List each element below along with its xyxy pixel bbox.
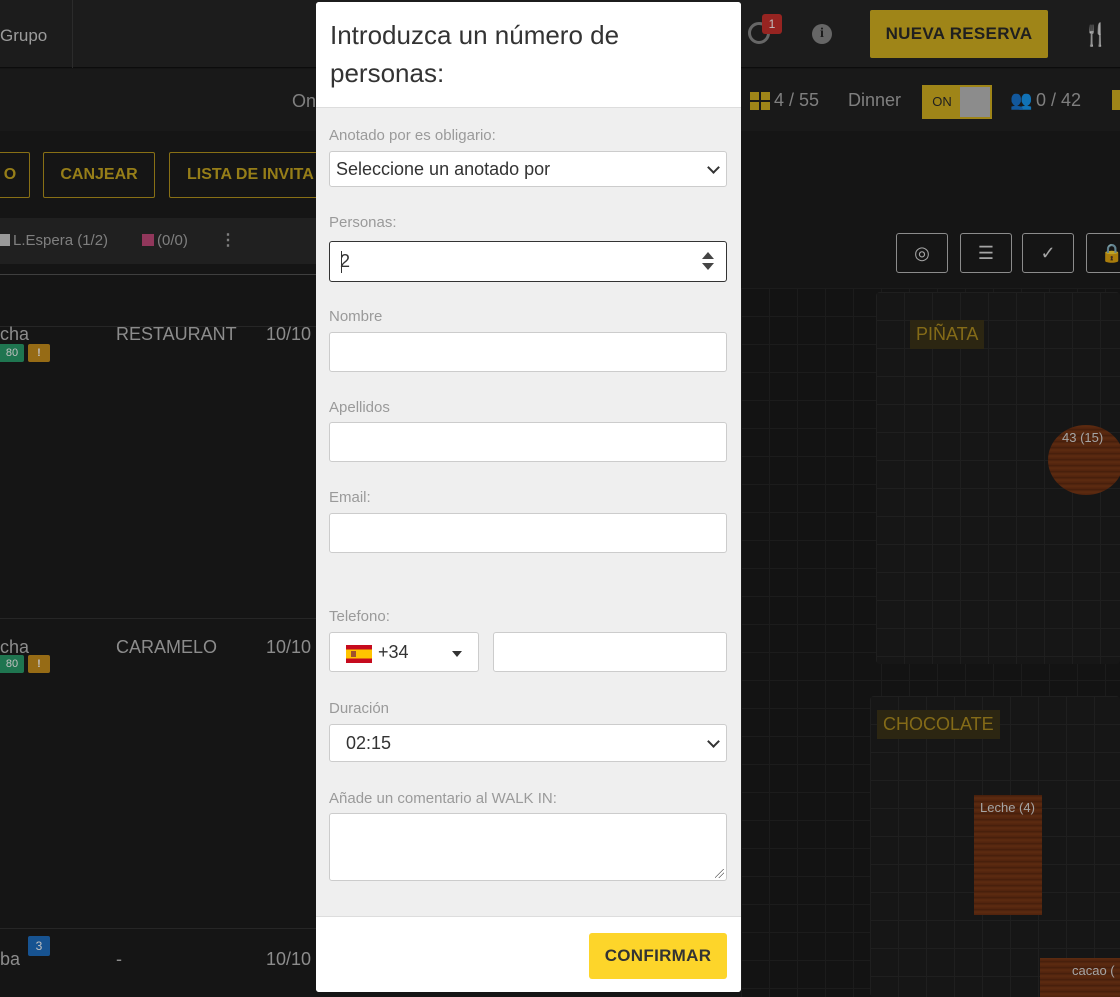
walk-in-modal: Introduzca un número de personas: Anotad… xyxy=(316,2,741,992)
duracion-label: Duración xyxy=(329,700,390,717)
email-label: Email: xyxy=(329,489,371,506)
telefono-label: Telefono: xyxy=(329,608,390,625)
phone-country-select[interactable]: +34 xyxy=(329,632,479,672)
resize-grip-icon[interactable] xyxy=(715,869,724,878)
apellidos-label: Apellidos xyxy=(329,399,390,416)
comentario-label: Añade un comentario al WALK IN: xyxy=(329,790,557,807)
text-caret xyxy=(341,251,342,273)
phone-number-input[interactable] xyxy=(493,632,727,672)
confirm-button[interactable]: CONFIRMAR xyxy=(589,933,727,979)
chevron-down-icon xyxy=(707,735,720,748)
apellidos-input[interactable] xyxy=(329,422,727,462)
dial-code: +34 xyxy=(378,642,409,662)
modal-footer: CONFIRMAR xyxy=(316,916,741,992)
duracion-select-value: 02:15 xyxy=(346,733,392,753)
spinner-arrows-icon[interactable] xyxy=(702,252,714,272)
anotado-select-value: Seleccione un anotado por xyxy=(336,159,551,179)
email-input[interactable] xyxy=(329,513,727,553)
comentario-textarea[interactable] xyxy=(329,813,727,881)
anotado-select[interactable]: Seleccione un anotado por xyxy=(329,151,727,187)
personas-input[interactable]: 2 xyxy=(329,241,727,282)
chevron-down-icon xyxy=(707,161,720,174)
modal-title: Introduzca un número de personas: xyxy=(330,20,620,88)
duracion-select[interactable]: 02:15 xyxy=(329,724,727,762)
nombre-label: Nombre xyxy=(329,308,383,325)
nombre-input[interactable] xyxy=(329,332,727,372)
spain-flag-icon xyxy=(346,645,372,663)
caret-down-icon xyxy=(452,651,462,657)
personas-label: Personas: xyxy=(329,214,397,231)
modal-header: Introduzca un número de personas: xyxy=(316,2,741,108)
anotado-label: Anotado por es obligario: xyxy=(329,127,496,144)
